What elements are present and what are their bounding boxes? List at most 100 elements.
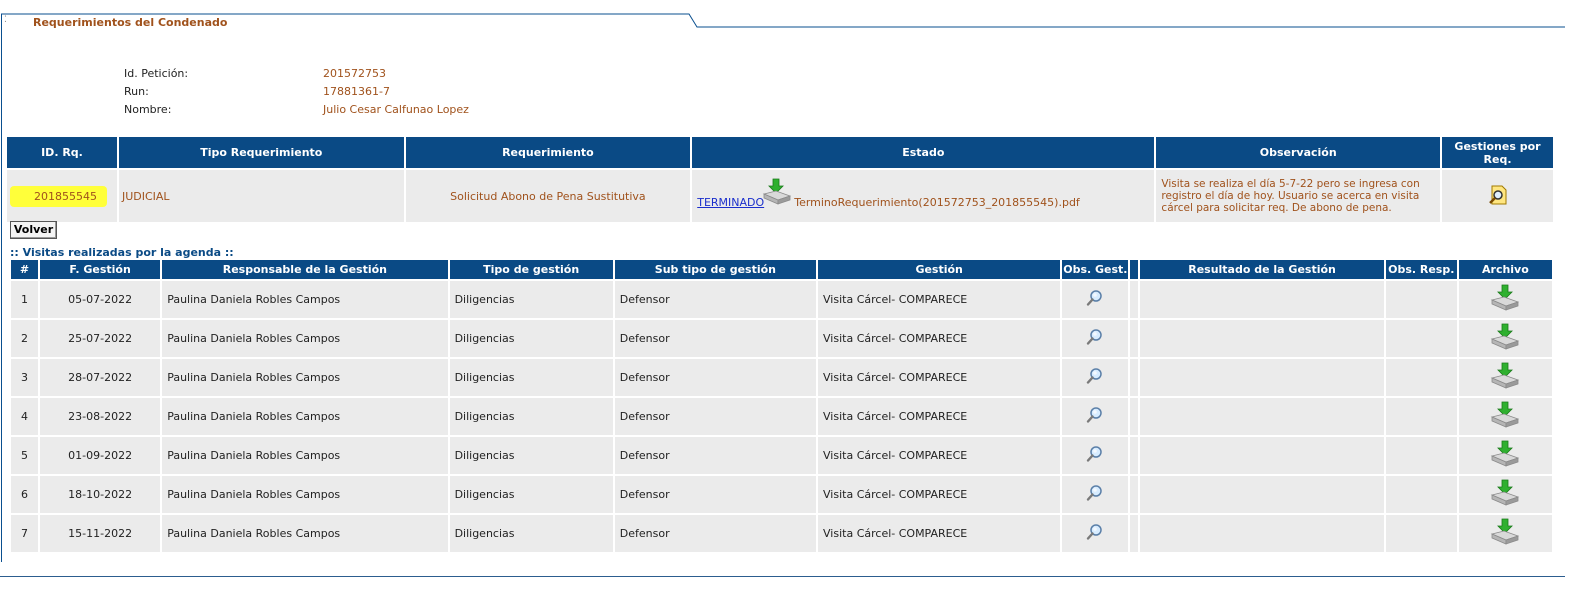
col-header: Requerimiento: [405, 137, 691, 168]
tipo-gestion: Diligencias: [449, 320, 613, 357]
responsable: Paulina Daniela Robles Campos: [162, 281, 448, 318]
responsable: Paulina Daniela Robles Campos: [162, 515, 448, 552]
estado-terminado-link[interactable]: TERMINADO: [697, 196, 764, 209]
tab-frame: [0, 13, 1565, 29]
tab-title: Requerimientos del Condenado: [33, 16, 228, 29]
info-row-run: Run: 17881361-7: [124, 85, 469, 103]
spacer-cell: [1130, 359, 1139, 396]
magnifier-icon[interactable]: [1086, 407, 1104, 427]
req-estado-cell: TERMINADO TerminoRequerimiento(201572753…: [692, 170, 1155, 222]
tipo-gestion: Diligencias: [449, 359, 613, 396]
spacer-cell: [1130, 320, 1139, 357]
row-number: 6: [11, 476, 39, 513]
spacer-cell: [1130, 476, 1139, 513]
resultado-gestion: [1140, 281, 1384, 318]
table-row: 2 25-07-2022 Paulina Daniela Robles Campos…: [11, 320, 1552, 357]
table-row: 1 05-07-2022 Paulina Daniela Robles Campos…: [11, 281, 1552, 318]
col-header: Obs. Resp.: [1385, 260, 1457, 279]
magnifier-icon[interactable]: [1086, 290, 1104, 310]
archivo-cell: [1458, 515, 1552, 552]
col-header: Archivo: [1458, 260, 1552, 279]
volver-button[interactable]: Volver: [10, 221, 57, 239]
row-number: 3: [11, 359, 39, 396]
subtipo-gestion: Defensor: [614, 359, 817, 396]
resultado-gestion: [1140, 515, 1384, 552]
info-row-nombre: Nombre: Julio Cesar Calfunao Lopez: [124, 103, 469, 121]
info-value: Julio Cesar Calfunao Lopez: [323, 103, 469, 116]
obs-resp: [1385, 398, 1457, 435]
col-header: Responsable de la Gestión: [162, 260, 448, 279]
col-header: Resultado de la Gestión: [1140, 260, 1384, 279]
download-icon[interactable]: [1490, 440, 1520, 471]
col-header: F. Gestión: [40, 260, 161, 279]
info-label: Nombre:: [124, 103, 172, 116]
tab-grip-icon: ⁚: [4, 15, 7, 25]
req-id-highlight: 201855545: [10, 185, 107, 207]
col-header: Tipo Requerimiento: [118, 137, 404, 168]
fecha-gestion: 23-08-2022: [40, 398, 161, 435]
col-header: #: [11, 260, 39, 279]
download-icon[interactable]: [1490, 362, 1520, 393]
table-row: 6 18-10-2022 Paulina Daniela Robles Campos…: [11, 476, 1552, 513]
subtipo-gestion: Defensor: [614, 320, 817, 357]
req-observacion: Visita se realiza el día 5-7-22 pero se …: [1156, 170, 1441, 222]
col-header: [1130, 260, 1139, 279]
search-document-icon[interactable]: [1486, 185, 1510, 210]
col-header: Estado: [692, 137, 1155, 168]
tipo-gestion: Diligencias: [449, 281, 613, 318]
gestion: Visita Cárcel- COMPARECE: [818, 281, 1061, 318]
subtipo-gestion: Defensor: [614, 476, 817, 513]
req-id-cell: 201855545: [7, 170, 117, 222]
fecha-gestion: 15-11-2022: [40, 515, 161, 552]
table-header-row: # F. Gestión Responsable de la Gestión T…: [11, 260, 1552, 279]
archivo-cell: [1458, 398, 1552, 435]
spacer-cell: [1130, 437, 1139, 474]
spacer-cell: [1130, 398, 1139, 435]
magnifier-icon[interactable]: [1086, 524, 1104, 544]
magnifier-icon[interactable]: [1086, 485, 1104, 505]
download-icon[interactable]: [1490, 284, 1520, 315]
resultado-gestion: [1140, 359, 1384, 396]
gestion: Visita Cárcel- COMPARECE: [818, 476, 1061, 513]
subtipo-gestion: Defensor: [614, 515, 817, 552]
spacer-cell: [1130, 515, 1139, 552]
obs-resp: [1385, 359, 1457, 396]
col-header: Observación: [1156, 137, 1441, 168]
archivo-cell: [1458, 437, 1552, 474]
row-number: 4: [11, 398, 39, 435]
bottom-divider: [0, 576, 1565, 577]
req-tipo: JUDICIAL: [118, 170, 404, 222]
table-row: 5 01-09-2022 Paulina Daniela Robles Campos…: [11, 437, 1552, 474]
table-row: 3 28-07-2022 Paulina Daniela Robles Campos…: [11, 359, 1552, 396]
responsable: Paulina Daniela Robles Campos: [162, 398, 448, 435]
download-icon[interactable]: [762, 178, 792, 209]
subtipo-gestion: Defensor: [614, 281, 817, 318]
obs-resp: [1385, 320, 1457, 357]
subtipo-gestion: Defensor: [614, 398, 817, 435]
gestion: Visita Cárcel- COMPARECE: [818, 437, 1061, 474]
download-icon[interactable]: [1490, 479, 1520, 510]
magnifier-icon[interactable]: [1086, 368, 1104, 388]
petition-info: Id. Petición: 201572753 Run: 17881361-7 …: [124, 67, 469, 121]
tipo-gestion: Diligencias: [449, 398, 613, 435]
download-icon[interactable]: [1490, 401, 1520, 432]
magnifier-icon[interactable]: [1086, 329, 1104, 349]
resultado-gestion: [1140, 437, 1384, 474]
archivo-cell: [1458, 476, 1552, 513]
page-frame-left: [1, 14, 2, 562]
req-requerimiento: Solicitud Abono de Pena Sustitutiva: [405, 170, 691, 222]
col-header: Gestión: [818, 260, 1061, 279]
download-icon[interactable]: [1490, 518, 1520, 549]
responsable: Paulina Daniela Robles Campos: [162, 320, 448, 357]
magnifier-icon[interactable]: [1086, 446, 1104, 466]
download-icon[interactable]: [1490, 323, 1520, 354]
resultado-gestion: [1140, 320, 1384, 357]
responsable: Paulina Daniela Robles Campos: [162, 359, 448, 396]
subtipo-gestion: Defensor: [614, 437, 817, 474]
info-value: 17881361-7: [323, 85, 390, 98]
col-header: Sub tipo de gestión: [614, 260, 817, 279]
visits-table: # F. Gestión Responsable de la Gestión T…: [9, 258, 1554, 554]
fecha-gestion: 25-07-2022: [40, 320, 161, 357]
obs-resp: [1385, 281, 1457, 318]
resultado-gestion: [1140, 398, 1384, 435]
